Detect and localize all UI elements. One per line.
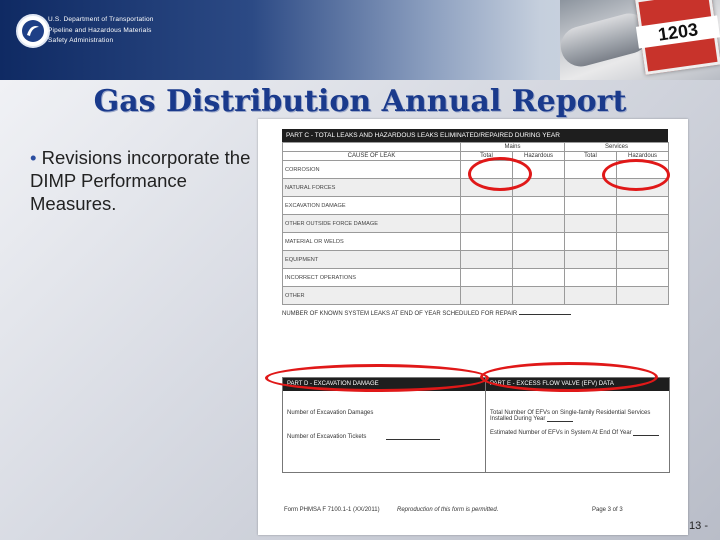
- efv-system-label: Estimated Number of EFVs in System At En…: [490, 430, 632, 436]
- services-header: Services: [564, 142, 670, 152]
- cause-label: OTHER OUTSIDE FORCE DAMAGE: [282, 214, 461, 233]
- table-row: INCORRECT OPERATIONS: [282, 268, 670, 287]
- excavation-damages-row: Number of Excavation Damages: [283, 410, 485, 416]
- table-row: EQUIPMENT: [282, 250, 670, 269]
- highlight-services-hazardous: [602, 159, 670, 191]
- known-leaks-blank: [518, 314, 571, 315]
- excavation-tickets-row: Number of Excavation Tickets: [283, 434, 485, 440]
- form-page-number: Page 3 of 3: [592, 507, 623, 513]
- reproduction-note: Reproduction of this form is permitted.: [397, 507, 499, 513]
- cause-label: MATERIAL OR WELDS: [282, 232, 461, 251]
- cause-label: INCORRECT OPERATIONS: [282, 268, 461, 287]
- known-leaks-line: NUMBER OF KNOWN SYSTEM LEAKS AT END OF Y…: [282, 311, 668, 317]
- mains-hazardous-header: Hazardous: [511, 151, 566, 161]
- agency-line-2: Pipeline and Hazardous Materials: [48, 26, 152, 34]
- parts-d-e-box: PART D - EXCAVATION DAMAGE Number of Exc…: [282, 377, 670, 473]
- cause-column-header: CAUSE OF LEAK: [282, 151, 461, 161]
- agency-line-3: Safety Administration: [48, 37, 114, 44]
- known-leaks-label: NUMBER OF KNOWN SYSTEM LEAKS AT END OF Y…: [282, 311, 518, 317]
- agency-line-1: U.S. Department of Transportation: [48, 16, 154, 23]
- efv-installed-row: Total Number Of EFVs on Single-family Re…: [486, 410, 669, 422]
- part-d-section: PART D - EXCAVATION DAMAGE Number of Exc…: [283, 378, 486, 472]
- excavation-tickets-label: Number of Excavation Tickets: [287, 434, 367, 440]
- slide-title: Gas Distribution Annual Report: [93, 84, 627, 119]
- cause-label: OTHER: [282, 286, 461, 305]
- slide-page-number: 13 -: [689, 520, 708, 532]
- table-row: OTHER: [282, 286, 670, 305]
- highlight-part-d: [265, 364, 489, 392]
- bullet-text: Revisions incorporate the DIMP Performan…: [30, 147, 251, 214]
- efv-system-blank: [633, 435, 660, 436]
- cause-label: EQUIPMENT: [282, 250, 461, 269]
- table-row: MATERIAL OR WELDS: [282, 232, 670, 251]
- form-number: Form PHMSA F 7100.1-1 (XX/2011): [284, 507, 380, 513]
- excavation-tickets-blank: [386, 439, 441, 440]
- part-c-header: PART C - TOTAL LEAKS AND HAZARDOUS LEAKS…: [282, 129, 668, 142]
- part-e-section: PART E - EXCESS FLOW VALVE (EFV) DATA To…: [486, 378, 669, 472]
- table-row: EXCAVATION DAMAGE: [282, 196, 670, 215]
- highlight-part-e: [480, 362, 658, 392]
- dot-logo: [16, 14, 50, 48]
- agency-name: U.S. Department of Transportation Pipeli…: [48, 15, 154, 47]
- mains-header: Mains: [459, 142, 566, 152]
- placard-number: 1203: [635, 15, 720, 49]
- efv-system-row: Estimated Number of EFVs in System At En…: [486, 430, 669, 436]
- cause-label: NATURAL FORCES: [282, 178, 461, 197]
- services-total-header: Total: [564, 151, 618, 161]
- header-photo: 1203: [560, 0, 720, 80]
- excavation-damages-label: Number of Excavation Damages: [287, 410, 374, 416]
- dot-emblem-icon: [22, 20, 44, 42]
- bullet-point: • Revisions incorporate the DIMP Perform…: [30, 146, 262, 215]
- highlight-mains-hazardous: [468, 157, 532, 191]
- cause-label: EXCAVATION DAMAGE: [282, 196, 461, 215]
- bullet-marker: •: [30, 147, 37, 168]
- efv-installed-blank: [547, 421, 574, 422]
- hazmat-placard: 1203: [635, 0, 720, 75]
- cause-label: CORROSION: [282, 160, 461, 179]
- table-row: OTHER OUTSIDE FORCE DAMAGE: [282, 214, 670, 233]
